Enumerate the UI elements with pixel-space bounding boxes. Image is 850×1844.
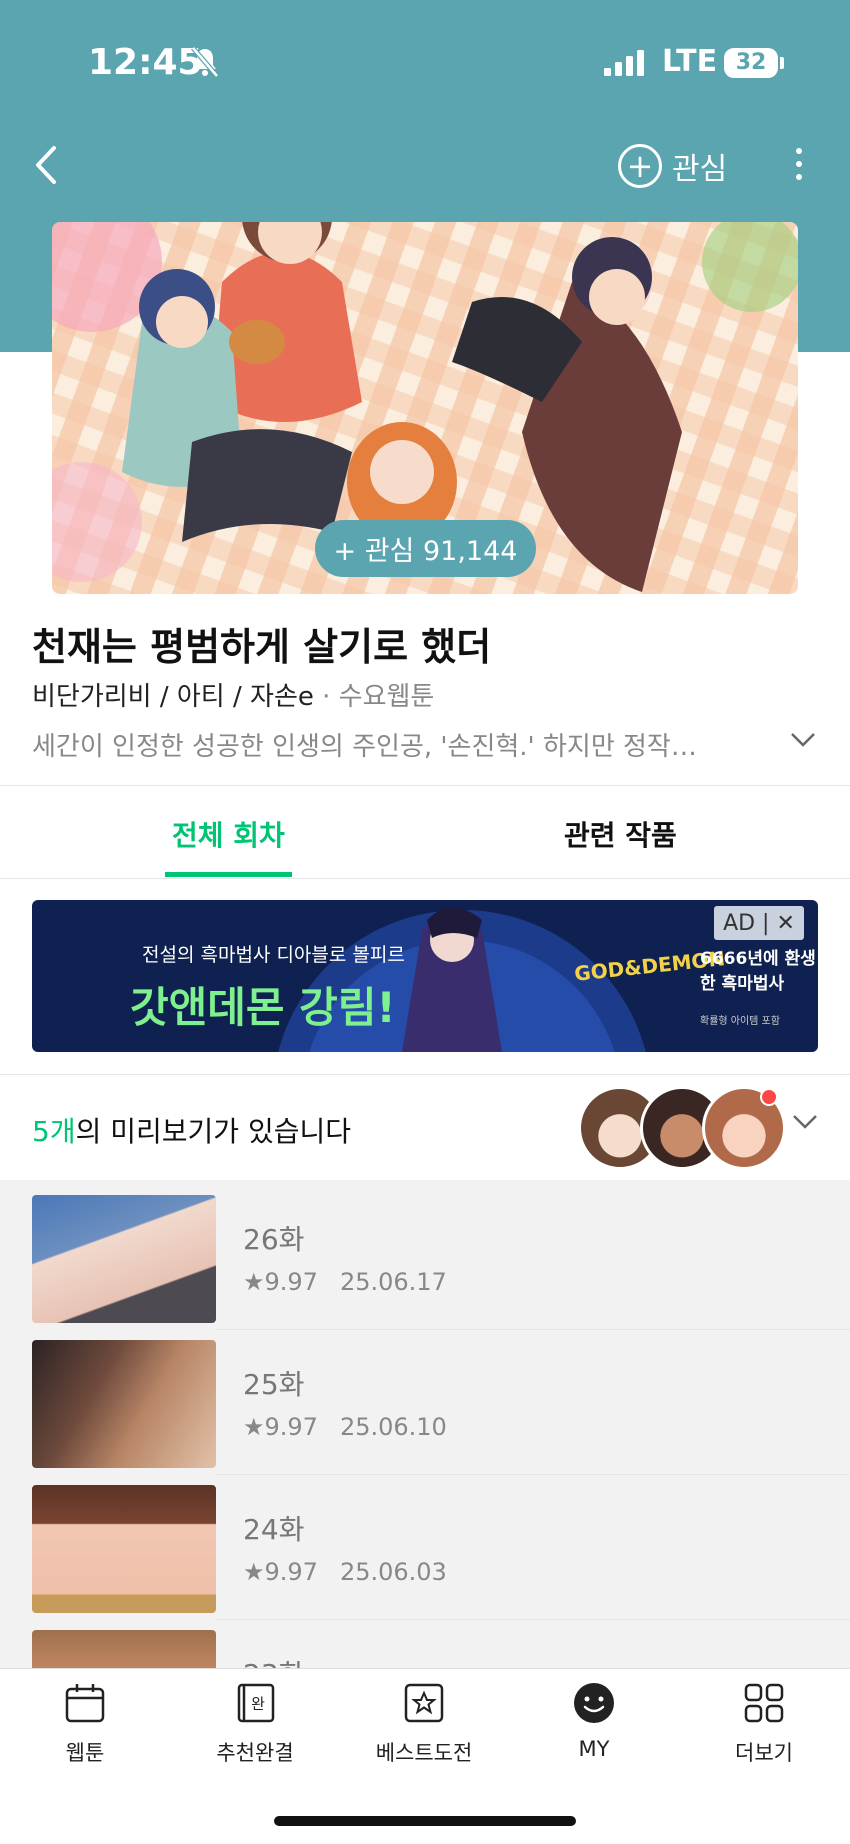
episode-title: 26화 [243, 1223, 305, 1256]
episode-row[interactable]: 25화 ★9.97 25.06.10 [0, 1325, 850, 1475]
episode-list: 26화 ★9.97 25.06.17 25화 ★9.97 25.06.10 24화 … [0, 1180, 850, 1668]
series-description: 세간이 인정한 성공한 인생의 주인공, '손진혁.' 하지만 정작… [32, 732, 697, 762]
ad-fine-print: 확률형 아이템 포함 [700, 1016, 780, 1027]
episode-row[interactable]: 26화 ★9.97 25.06.17 [0, 1180, 850, 1330]
calendar-icon [65, 1684, 105, 1723]
episode-rating: ★9.97 25.06.03 [243, 1558, 447, 1586]
episode-date: 25.06.10 [339, 1413, 447, 1441]
series-authors[interactable]: 비단가리비 / 아티 / 자손e [32, 682, 314, 712]
episode-date: 25.06.17 [339, 1268, 447, 1296]
favorite-label: 관심 [672, 152, 728, 187]
tab-all-episodes[interactable]: 전체 회차 [172, 814, 285, 854]
smiley-icon [574, 1683, 614, 1723]
preview-row[interactable]: 5개의 미리보기가 있습니다 [0, 1076, 850, 1180]
nav-label: MY [578, 1737, 610, 1761]
active-tab-indicator [165, 872, 292, 877]
nav-more[interactable]: 더보기 [704, 1681, 824, 1767]
battery-cap [780, 57, 784, 69]
svg-text:완: 완 [251, 1695, 265, 1713]
divider [0, 1074, 850, 1075]
new-badge-dot [760, 1088, 778, 1106]
ad-logo-partner: 6666년에 환생한 흑마법사 [700, 949, 816, 994]
status-time: 12:45 [88, 42, 203, 83]
network-type: LTE [662, 44, 718, 79]
episode-thumbnail [32, 1485, 216, 1613]
episode-title: 24화 [243, 1513, 305, 1546]
status-bar: 12:45 LTE 32 [0, 40, 850, 88]
chevron-down-icon [791, 733, 815, 747]
ad-banner[interactable]: 전설의 흑마법사 디아블로 볼피르 갓앤데몬 강림! GOD&DEMON 666… [32, 900, 818, 1052]
ad-close-button[interactable]: AD | ✕ [714, 906, 804, 940]
ad-subtitle: 전설의 흑마법사 디아블로 볼피르 [142, 944, 405, 966]
episode-rating: ★9.97 25.06.10 [243, 1413, 447, 1441]
back-button[interactable] [30, 140, 70, 190]
rating-value: 9.97 [264, 1558, 318, 1586]
episode-date: 25.06.03 [339, 1558, 447, 1586]
episode-thumbnail [32, 1340, 216, 1468]
nav-label: 추천완결 [216, 1741, 294, 1765]
episode-row[interactable]: 23화 [0, 1615, 850, 1668]
nav-my[interactable]: MY [534, 1681, 654, 1761]
episode-title: 25화 [243, 1368, 305, 1401]
rating-value: 9.97 [264, 1268, 318, 1296]
home-indicator [274, 1816, 576, 1826]
series-meta: 비단가리비 / 아티 / 자손e · 수요웹툰 [32, 676, 434, 713]
grid-icon [744, 1683, 784, 1723]
favorite-button[interactable]: + 관심 [618, 142, 727, 190]
more-options-button[interactable] [786, 142, 812, 192]
chevron-left-icon [36, 146, 56, 184]
expand-description-button[interactable] [790, 732, 816, 752]
tab-bar: 전체 회차 관련 작품 [0, 786, 850, 878]
book-complete-icon: 완 [237, 1683, 275, 1723]
series-title: 천재는 평범하게 살기로 했더 [32, 625, 492, 669]
episode-title: 23화 [243, 1653, 304, 1668]
nav-label: 웹툰 [65, 1741, 105, 1765]
preview-count: 5개 [32, 1115, 76, 1148]
nav-webtoon[interactable]: 웹툰 [25, 1681, 145, 1767]
series-day: · 수요웹툰 [322, 682, 435, 712]
episode-rating: ★9.97 25.06.17 [243, 1268, 447, 1296]
nav-label: 더보기 [735, 1741, 793, 1765]
signal-icon [604, 50, 648, 80]
tab-related-works[interactable]: 관련 작품 [564, 814, 677, 854]
rating-value: 9.97 [264, 1413, 318, 1441]
mute-bell-icon [190, 46, 220, 82]
preview-label: 의 미리보기가 있습니다 [75, 1115, 351, 1148]
nav-best-challenge[interactable]: 베스트도전 [364, 1681, 484, 1767]
chevron-down-icon [792, 1114, 818, 1134]
episode-row[interactable]: 24화 ★9.97 25.06.03 [0, 1470, 850, 1620]
preview-text: 5개의 미리보기가 있습니다 [32, 1110, 351, 1150]
nav-label: 베스트도전 [375, 1741, 473, 1765]
plus-circle-icon: + [618, 144, 662, 188]
battery-icon: 32 [724, 48, 778, 78]
divider [0, 878, 850, 879]
nav-recommended-complete[interactable]: 완 추천완결 [195, 1681, 315, 1767]
favorite-count-button[interactable]: + 관심 91,144 [315, 520, 536, 577]
episode-thumbnail [32, 1195, 216, 1323]
ad-headline: 갓앤데몬 강림! [130, 983, 396, 1032]
episode-thumbnail [32, 1630, 216, 1668]
star-box-icon [404, 1683, 444, 1723]
